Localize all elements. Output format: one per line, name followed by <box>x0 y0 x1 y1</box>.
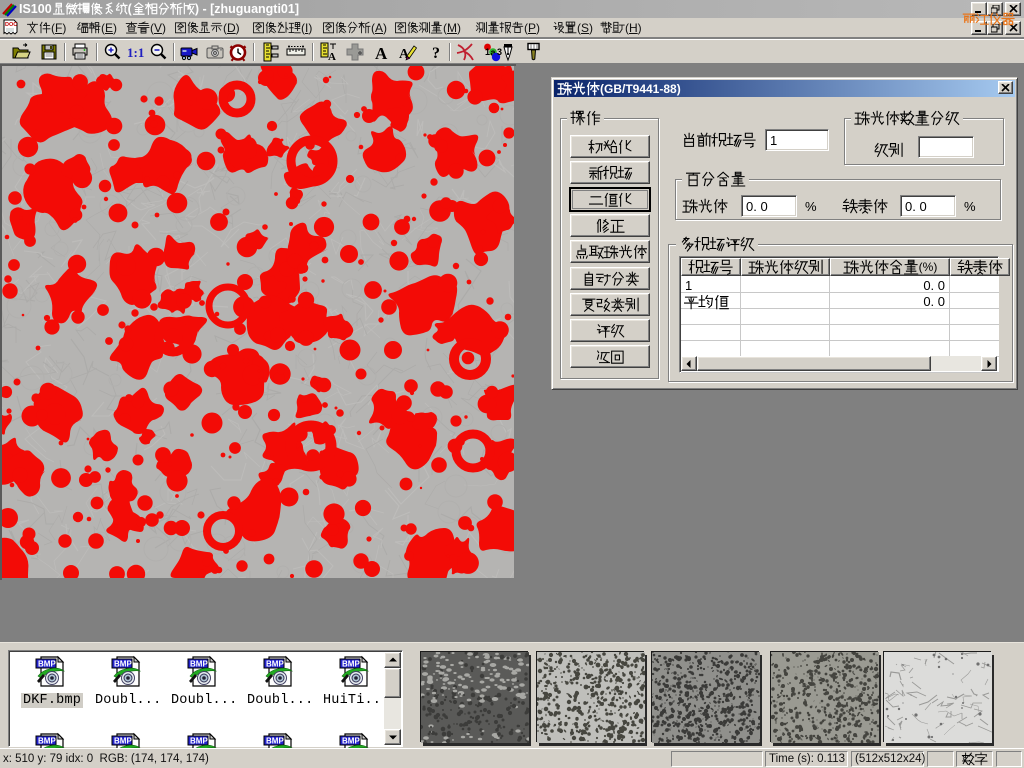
svg-text:A: A <box>375 44 388 62</box>
svg-text:BMP: BMP <box>266 737 284 746</box>
svg-text:BMP: BMP <box>114 660 132 669</box>
svg-text:BMP: BMP <box>342 660 360 669</box>
svg-text:?: ? <box>432 45 440 62</box>
svg-text:A: A <box>328 51 336 62</box>
svg-text:1:1: 1:1 <box>127 45 144 60</box>
svg-text:BMP: BMP <box>266 660 284 669</box>
svg-text:DOC: DOC <box>5 22 17 28</box>
svg-text:BMP: BMP <box>342 737 360 746</box>
svg-text:BMP: BMP <box>190 737 208 746</box>
svg-text:BMP: BMP <box>38 737 56 746</box>
svg-text:BMP: BMP <box>190 660 208 669</box>
svg-text:BMP: BMP <box>38 660 56 669</box>
svg-text:BMP: BMP <box>114 737 132 746</box>
